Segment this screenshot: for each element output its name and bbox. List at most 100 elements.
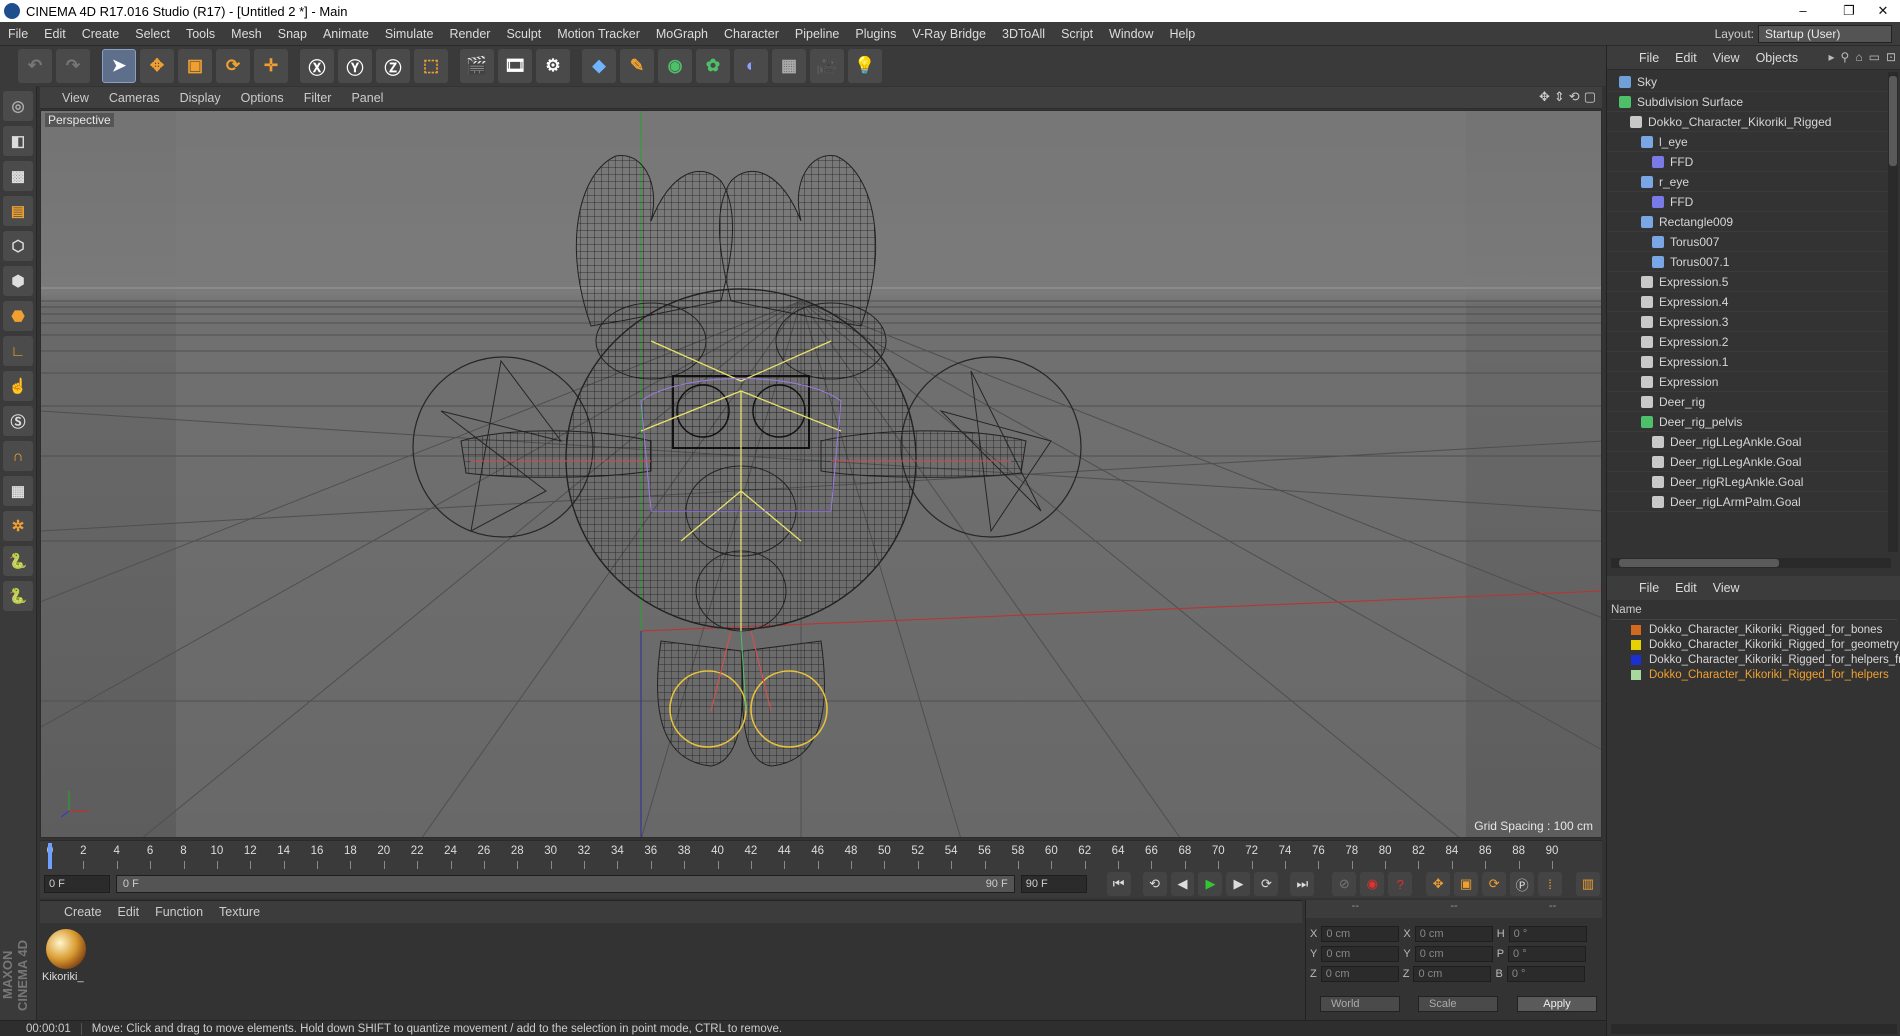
x-axis-lock-icon[interactable]: Ⓧ (300, 49, 334, 83)
layers-menu-edit[interactable]: Edit (1667, 581, 1705, 595)
object-tree-item[interactable]: Expression.3 (1607, 312, 1887, 332)
objects-menu-edit[interactable]: Edit (1667, 51, 1705, 65)
layer-color-swatch[interactable] (1631, 669, 1641, 680)
timeline-ruler[interactable]: 0246810121416182022242628303234363840424… (40, 840, 1602, 870)
deformer-icon[interactable]: ◐ (734, 49, 768, 83)
axis-mode-icon[interactable]: ∟ (3, 336, 33, 366)
key-rotation-icon[interactable]: ⟳ (1482, 872, 1507, 896)
coordinate-system-icon[interactable]: ⬚ (414, 49, 448, 83)
floor-scene-icon[interactable]: ▦ (772, 49, 806, 83)
menu-window[interactable]: Window (1101, 27, 1161, 41)
z-axis-lock-icon[interactable]: Ⓩ (376, 49, 410, 83)
python-script-2-icon[interactable]: 🐍 (3, 581, 33, 611)
collapse-icon[interactable]: ▭ (1869, 50, 1880, 64)
size-y-field[interactable]: 0 cm (1414, 946, 1493, 962)
size-x-field[interactable]: 0 cm (1414, 926, 1493, 942)
object-tree-item[interactable]: Torus007.1 (1607, 252, 1887, 272)
pen-spline-icon[interactable]: ✎ (620, 49, 654, 83)
menu-script[interactable]: Script (1053, 27, 1101, 41)
more-menu-icon[interactable]: ▸ (1829, 50, 1835, 64)
record-disabled-icon[interactable]: ⊘ (1332, 872, 1357, 896)
expand-panel-icon[interactable]: ⊡ (1886, 50, 1896, 64)
object-tree-item[interactable]: Expression.5 (1607, 272, 1887, 292)
search-icon[interactable]: ⚲ (1841, 50, 1850, 64)
object-tree-item[interactable]: FFD (1607, 192, 1887, 212)
object-tree-item[interactable]: Expression.1 (1607, 352, 1887, 372)
menu-animate[interactable]: Animate (315, 27, 377, 41)
viewport-pan-icon[interactable]: ✥ (1539, 89, 1550, 105)
texture-mode-icon[interactable]: ▩ (3, 161, 33, 191)
menu-snap[interactable]: Snap (270, 27, 315, 41)
edges-mode-icon[interactable]: ⬢ (3, 266, 33, 296)
size-mode-dropdown[interactable]: Scale (1418, 996, 1498, 1012)
object-tree-hscrollbar[interactable] (1611, 558, 1891, 568)
end-frame-field[interactable]: 90 F (1020, 875, 1087, 893)
object-tree-item[interactable]: Dokko_Character_Kikoriki_Rigged (1607, 112, 1887, 132)
object-tree-item[interactable]: Subdivision Surface (1607, 92, 1887, 112)
layer-row[interactable]: Dokko_Character_Kikoriki_Rigged_for_geom… (1607, 637, 1900, 652)
layer-row[interactable]: Dokko_Character_Kikoriki_Rigged_for_bone… (1607, 622, 1900, 637)
menu-edit[interactable]: Edit (36, 27, 74, 41)
object-tree-item[interactable]: Torus007 (1607, 232, 1887, 252)
render-view-icon[interactable]: 🎬 (460, 49, 494, 83)
menu-mesh[interactable]: Mesh (223, 27, 270, 41)
viewport-menu-options[interactable]: Options (231, 91, 294, 105)
menu-simulate[interactable]: Simulate (377, 27, 442, 41)
material-menu-function[interactable]: Function (147, 905, 211, 919)
cloner-icon[interactable]: ✿ (696, 49, 730, 83)
select-arrow-icon[interactable]: ➤ (102, 49, 136, 83)
menu-create[interactable]: Create (74, 27, 128, 41)
layer-row[interactable]: Dokko_Character_Kikoriki_Rigged_for_help… (1607, 667, 1900, 682)
scale-tool-icon[interactable]: ▣ (178, 49, 212, 83)
material-menu-texture[interactable]: Texture (211, 905, 268, 919)
rotation-p-field[interactable]: 0 ° (1508, 946, 1587, 962)
menu-motion-tracker[interactable]: Motion Tracker (549, 27, 648, 41)
menu-mograph[interactable]: MoGraph (648, 27, 716, 41)
live-selection-icon[interactable]: ✛ (254, 49, 288, 83)
object-tree-item[interactable]: r_eye (1607, 172, 1887, 192)
move-tool-icon[interactable]: ✥ (140, 49, 174, 83)
model-mode-icon[interactable]: ◧ (3, 126, 33, 156)
render-to-picture-viewer-icon[interactable]: 🎞 (498, 49, 532, 83)
undo-icon[interactable]: ↶ (18, 49, 52, 83)
snap-icon[interactable]: Ⓢ (3, 406, 33, 436)
object-tree-item[interactable]: Expression.2 (1607, 332, 1887, 352)
object-tree-item[interactable]: Deer_rigRLegAnkle.Goal (1607, 472, 1887, 492)
menu-plugins[interactable]: Plugins (847, 27, 904, 41)
rotation-h-field[interactable]: 0 ° (1508, 926, 1587, 942)
record-active-objects-icon[interactable]: ◉ (1360, 872, 1385, 896)
object-tree-item[interactable]: Deer_rig (1607, 392, 1887, 412)
close-button[interactable]: ✕ (1860, 0, 1900, 22)
points-mode-icon[interactable]: ⬡ (3, 231, 33, 261)
material-name[interactable]: Kikoriki_ (42, 971, 84, 983)
object-tree-item[interactable]: Deer_rig_pelvis (1607, 412, 1887, 432)
key-point-level-icon[interactable]: ⁞ (1538, 872, 1563, 896)
viewport-zoom-icon[interactable]: ⇕ (1554, 89, 1565, 105)
home-icon[interactable]: ⌂ (1855, 50, 1862, 64)
previous-key-icon[interactable]: ⟲ (1142, 872, 1167, 896)
playhead[interactable] (48, 843, 52, 869)
object-tree-item[interactable]: Expression.4 (1607, 292, 1887, 312)
layers-menu-file[interactable]: File (1631, 581, 1667, 595)
apply-button[interactable]: Apply (1517, 996, 1597, 1012)
object-tree-item[interactable]: Deer_rigLLegAnkle.Goal (1607, 432, 1887, 452)
play-forward-icon[interactable]: ▶ (1198, 872, 1223, 896)
rotation-b-field[interactable]: 0 ° (1506, 966, 1585, 982)
material-menu-create[interactable]: Create (56, 905, 110, 919)
layer-color-swatch[interactable] (1631, 639, 1641, 650)
cube-primitive-icon[interactable]: ◆ (582, 49, 616, 83)
key-position-icon[interactable]: ✥ (1426, 872, 1451, 896)
autokeying-icon[interactable]: ? (1388, 872, 1413, 896)
rotate-tool-icon[interactable]: ⟳ (216, 49, 250, 83)
next-key-icon[interactable]: ⟳ (1254, 872, 1279, 896)
viewport-rotate-icon[interactable]: ⟲ (1569, 89, 1580, 105)
python-script-icon[interactable]: 🐍 (3, 546, 33, 576)
position-y-field[interactable]: 0 cm (1321, 946, 1400, 962)
key-parameter-icon[interactable]: Ⓟ (1510, 872, 1535, 896)
position-z-field[interactable]: 0 cm (1320, 966, 1399, 982)
render-settings-icon[interactable]: ⚙ (536, 49, 570, 83)
menu-file[interactable]: File (0, 27, 36, 41)
menu-3dtoall[interactable]: 3DToAll (994, 27, 1053, 41)
layer-color-swatch[interactable] (1631, 624, 1641, 635)
go-to-end-icon[interactable]: ⏭ (1290, 872, 1315, 896)
